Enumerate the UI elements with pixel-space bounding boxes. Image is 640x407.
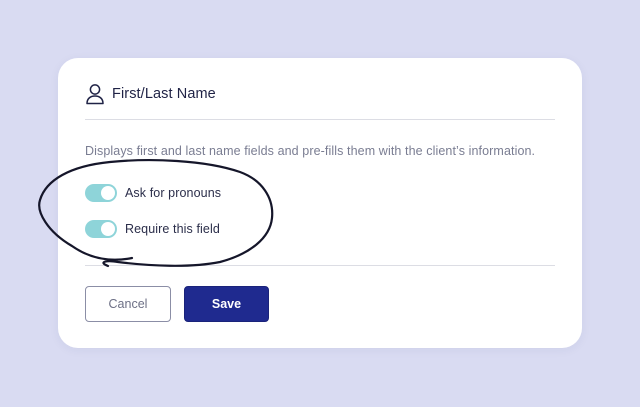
card-header: First/Last Name — [85, 82, 216, 106]
ask-pronouns-toggle[interactable] — [85, 184, 117, 202]
require-field-toggle[interactable] — [85, 220, 117, 238]
cancel-button[interactable]: Cancel — [85, 286, 171, 322]
footer-divider — [85, 265, 555, 266]
field-title: First/Last Name — [112, 86, 216, 102]
require-field-label: Require this field — [125, 222, 220, 236]
toggle-knob — [101, 222, 115, 236]
save-button[interactable]: Save — [184, 286, 269, 322]
toggle-row-required: Require this field — [85, 220, 220, 238]
field-settings-card: First/Last Name Displays first and last … — [58, 58, 582, 348]
ask-pronouns-label: Ask for pronouns — [125, 186, 222, 200]
field-description: Displays first and last name fields and … — [85, 144, 536, 158]
user-icon — [85, 83, 105, 105]
toggle-row-pronouns: Ask for pronouns — [85, 184, 221, 202]
header-divider — [85, 119, 555, 120]
toggle-knob — [101, 186, 115, 200]
